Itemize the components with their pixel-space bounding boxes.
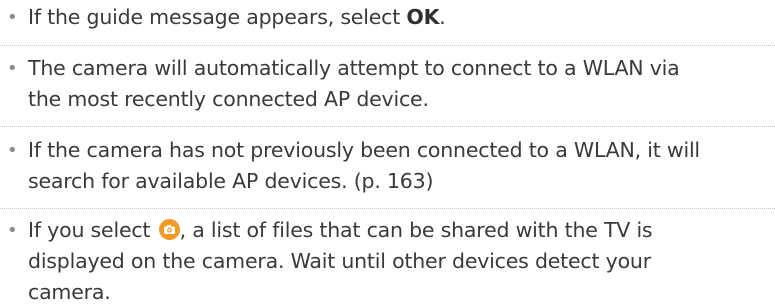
- bullet: •: [7, 7, 18, 28]
- item-line: If you select , a list of files that can…: [28, 215, 773, 246]
- item-text: The camera will automatically attempt to…: [28, 53, 773, 115]
- divider: [0, 45, 775, 46]
- item-text-post: .: [439, 5, 446, 29]
- ok-label: OK: [406, 5, 440, 29]
- bullet: •: [7, 220, 18, 241]
- item-line: If the camera has not previously been co…: [28, 138, 700, 162]
- list-item: • The camera will automatically attempt …: [0, 53, 775, 115]
- item-line: search for available AP devices. (p. 163…: [28, 169, 434, 193]
- item-line: camera.: [28, 280, 111, 304]
- list-item: • If you select , a list of files that c…: [0, 215, 775, 308]
- divider: [0, 126, 775, 127]
- item-text-pre: If the guide message appears, select: [28, 5, 407, 29]
- item-line: the most recently connected AP device.: [28, 87, 429, 111]
- item-text-pre: If you select: [28, 218, 157, 242]
- item-text: If the guide message appears, select OK.: [28, 2, 773, 33]
- divider: [0, 208, 775, 209]
- item-text: If the camera has not previously been co…: [28, 135, 773, 197]
- share-camera-icon: [158, 219, 180, 240]
- bullet: •: [7, 140, 18, 161]
- list-item: • If the camera has not previously been …: [0, 135, 775, 197]
- bullet: •: [7, 58, 18, 79]
- item-text: If you select , a list of files that can…: [28, 215, 773, 308]
- item-line: The camera will automatically attempt to…: [28, 56, 680, 80]
- item-text-post: , a list of files that can be shared wit…: [179, 218, 653, 242]
- list-item: • If the guide message appears, select O…: [0, 2, 775, 33]
- instruction-list: • If the guide message appears, select O…: [0, 0, 775, 307]
- item-line: displayed on the camera. Wait until othe…: [28, 249, 651, 273]
